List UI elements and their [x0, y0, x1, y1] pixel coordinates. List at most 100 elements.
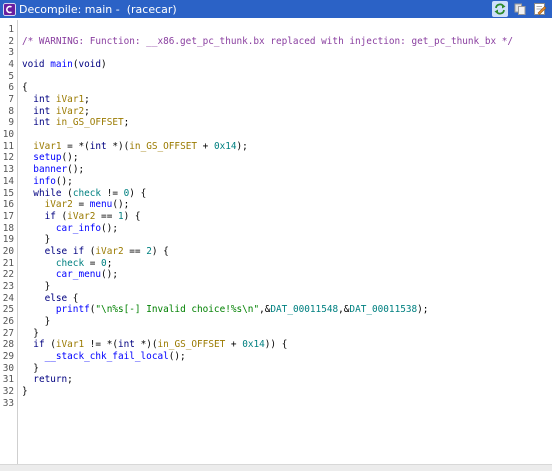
code-text: __stack_chk_fail_local(); — [22, 351, 186, 362]
code-line[interactable]: 13 banner(); — [0, 164, 552, 175]
title-bar: Decompile: main - (racecar) — [0, 0, 552, 18]
code-text: if (iVar1 != *(int *)(in_GS_OFFSET + 0x1… — [22, 339, 287, 350]
code-token: car_info — [55, 222, 102, 234]
code-text: else { — [22, 292, 79, 304]
line-number: 21 — [2, 257, 14, 269]
line-number: 25 — [2, 304, 14, 316]
code-token: else — [44, 292, 68, 304]
code-line[interactable]: 2 /* WARNING: Function: __x86.get_pc_thun… — [0, 36, 552, 47]
code-line[interactable]: 29 __stack_chk_fail_local(); — [0, 351, 552, 362]
code-line[interactable]: 8 int iVar2; — [0, 106, 552, 117]
line-number: 3 — [8, 47, 14, 59]
copy-icon[interactable] — [512, 1, 528, 17]
code-token: *)( — [134, 339, 158, 351]
code-token: ; — [123, 117, 130, 129]
code-token: iVar1 — [55, 94, 85, 106]
code-line[interactable]: 21 check = 0; — [0, 258, 552, 269]
line-number: 10 — [2, 129, 14, 141]
code-text: /* WARNING: Function: __x86.get_pc_thunk… — [22, 36, 513, 47]
code-line[interactable]: 20 else if (iVar2 == 2) { — [0, 246, 552, 257]
code-line[interactable]: 9 int in_GS_OFFSET; — [0, 117, 552, 128]
code-line[interactable]: 5 — [0, 71, 552, 82]
line-number: 2 — [8, 35, 14, 47]
code-line[interactable]: 24 else { — [0, 293, 552, 304]
code-line[interactable]: 10 — [0, 129, 552, 140]
code-token: menu — [89, 199, 113, 211]
code-text: printf("\n%s[-] Invalid choice!%s\n",&DA… — [22, 304, 429, 316]
code-line[interactable]: 7 int iVar1; — [0, 94, 552, 105]
code-line[interactable]: 17 if (iVar2 == 1) { — [0, 211, 552, 222]
edit-icon[interactable] — [532, 1, 548, 17]
code-line[interactable]: 30 } — [0, 363, 552, 374]
code-token: iVar2 — [95, 245, 124, 257]
line-number: 8 — [8, 105, 14, 117]
code-token: ) { — [129, 187, 147, 199]
code-token: } — [22, 316, 51, 327]
line-number: 16 — [2, 199, 14, 211]
code-line[interactable]: 33 — [0, 398, 552, 409]
horizontal-scrollbar[interactable] — [0, 464, 552, 471]
code-token: in_GS_OFFSET — [157, 339, 226, 351]
code-token: == — [123, 245, 147, 257]
code-line[interactable]: 19 } — [0, 234, 552, 245]
code-line[interactable]: 3 — [0, 47, 552, 58]
code-token: ,& — [259, 304, 271, 316]
code-token: != — [101, 187, 124, 199]
code-line[interactable]: 16 iVar2 = menu(); — [0, 199, 552, 210]
decompile-window: Decompile: main - (racecar) 1 2 /* WARNI… — [0, 0, 552, 471]
code-line[interactable]: 27 } — [0, 328, 552, 339]
code-token: = — [72, 199, 90, 211]
decompiled-code-view[interactable]: 1 2 /* WARNING: Function: __x86.get_pc_thu… — [0, 20, 552, 471]
code-line[interactable]: 23 } — [0, 281, 552, 292]
code-token: == — [95, 210, 118, 222]
code-line[interactable]: 15 while (check != 0) { — [0, 188, 552, 199]
code-line[interactable]: 4 void main(void) — [0, 59, 552, 70]
line-number: 1 — [8, 24, 14, 35]
code-token: __stack_chk_fail_local — [44, 351, 169, 363]
code-token: int — [33, 117, 51, 129]
code-line[interactable]: 32} — [0, 386, 552, 397]
code-token: if — [33, 339, 45, 351]
code-text: iVar2 = menu(); — [22, 199, 130, 211]
code-line[interactable]: 26 } — [0, 316, 552, 327]
code-line[interactable]: 14 info(); — [0, 176, 552, 187]
line-number: 18 — [2, 222, 14, 234]
code-line[interactable]: 1 — [0, 24, 552, 35]
code-token: ; — [84, 105, 90, 117]
code-line[interactable]: 22 car_menu(); — [0, 269, 552, 280]
code-line[interactable]: 6{ — [0, 82, 552, 93]
code-token: } — [22, 327, 39, 339]
line-number: 7 — [8, 94, 14, 106]
code-line[interactable]: 11 iVar1 = *(int *)(in_GS_OFFSET + 0x14)… — [0, 141, 552, 152]
code-text: } — [22, 281, 51, 292]
code-line[interactable]: 28 if (iVar1 != *(int *)(in_GS_OFFSET + … — [0, 339, 552, 350]
code-line[interactable]: 31 return; — [0, 374, 552, 385]
line-number: 20 — [2, 245, 14, 257]
code-token: (); — [61, 152, 79, 164]
code-token: ; — [84, 94, 90, 106]
code-token: while — [33, 187, 62, 199]
code-token: (); — [168, 351, 186, 363]
code-line[interactable]: 25 printf("\n%s[-] Invalid choice!%s\n",… — [0, 304, 552, 315]
code-token: (); — [101, 222, 118, 234]
code-token: car_menu — [55, 269, 102, 281]
code-line[interactable]: 12 setup(); — [0, 152, 552, 163]
code-line[interactable]: 18 car_info(); — [0, 223, 552, 234]
line-number: 30 — [2, 362, 14, 374]
refresh-icon[interactable] — [492, 1, 508, 17]
code-token: (); — [101, 269, 118, 281]
line-number: 29 — [2, 351, 14, 363]
code-text: banner(); — [22, 164, 84, 175]
code-token: printf — [55, 304, 90, 316]
